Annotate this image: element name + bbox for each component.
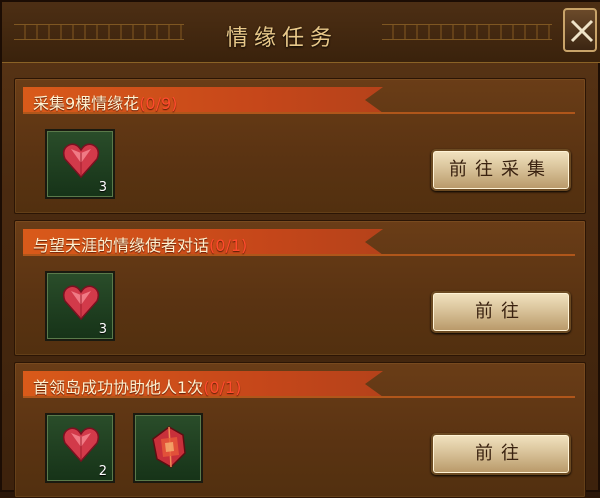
task-name: 首领岛成功协助他人1次: [33, 378, 204, 397]
task-name: 采集9棵情缘花: [33, 94, 140, 113]
window-header: 情缘任务: [2, 2, 600, 63]
close-button[interactable]: [563, 8, 597, 52]
go-button[interactable]: 前往: [431, 433, 571, 475]
task-progress: (0/1): [209, 236, 248, 255]
reward-count: 3: [98, 322, 107, 337]
red-heart-gem-icon: [62, 285, 100, 321]
reward-item[interactable]: 2: [45, 413, 115, 483]
red-crystal-gem-icon: [152, 426, 186, 468]
reward-item[interactable]: 3: [45, 271, 115, 341]
window-title: 情缘任务: [225, 26, 338, 51]
task-progress: (0/1): [203, 378, 242, 397]
task-label: 与望天涯的情缘使者对话(0/1): [33, 232, 247, 256]
task-window: 情缘任务 采集9棵情缘花(0/9) 3 前往采集 与望天涯的情缘使者对话(0/1…: [0, 0, 600, 498]
reward-count: 3: [98, 180, 107, 195]
go-collect-button[interactable]: 前往采集: [431, 149, 571, 191]
task-name: 与望天涯的情缘使者对话: [33, 236, 210, 255]
task-panel-3: 首领岛成功协助他人1次(0/1) 2 前往: [14, 362, 586, 498]
go-button[interactable]: 前往: [431, 291, 571, 333]
task-panel-2: 与望天涯的情缘使者对话(0/1) 3 前往: [14, 220, 586, 356]
task-progress: (0/9): [139, 94, 178, 113]
task-label: 首领岛成功协助他人1次(0/1): [33, 374, 241, 398]
task-label: 采集9棵情缘花(0/9): [33, 90, 177, 114]
red-heart-gem-icon: [62, 427, 100, 463]
task-panel-1: 采集9棵情缘花(0/9) 3 前往采集: [14, 78, 586, 214]
reward-item[interactable]: [133, 413, 203, 483]
reward-count: 2: [98, 464, 107, 479]
red-heart-gem-icon: [62, 143, 100, 179]
close-icon: [570, 19, 594, 43]
reward-item[interactable]: 3: [45, 129, 115, 199]
